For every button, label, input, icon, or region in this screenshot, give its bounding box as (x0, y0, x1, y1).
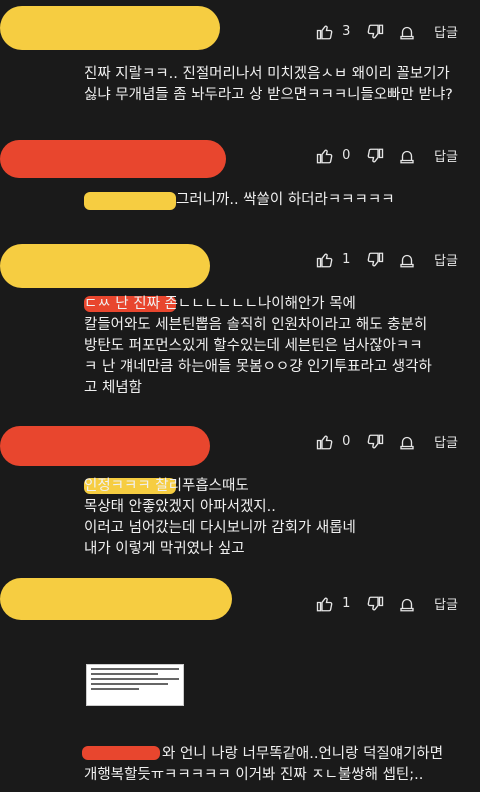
like-button[interactable]: 0 (316, 433, 360, 451)
reply-button[interactable]: 답글 (434, 432, 458, 451)
report-button[interactable] (398, 595, 416, 613)
thumbs-up-icon (316, 435, 333, 449)
image-line (91, 678, 179, 680)
image-line (91, 688, 139, 690)
comment-text: 와 언니 나랑 너무똑같애..언니랑 덕질얘기하면 (162, 746, 444, 762)
like-count: 0 (342, 148, 351, 163)
image-line (91, 673, 159, 675)
reply-button[interactable]: 답글 (434, 146, 458, 165)
comment-actions: 0 답글 (316, 432, 458, 451)
dislike-button[interactable] (366, 23, 384, 41)
siren-icon (400, 150, 414, 163)
thumbs-up-icon (316, 597, 333, 611)
image-line (91, 683, 168, 685)
siren-icon (400, 254, 414, 267)
redaction-scribble (0, 140, 226, 178)
redaction-scribble (84, 192, 176, 210)
thumbs-down-icon (367, 434, 384, 448)
siren-icon (400, 598, 414, 611)
siren-icon (400, 436, 414, 449)
comment-actions: 1 답글 (316, 250, 458, 269)
like-button[interactable]: 0 (316, 147, 360, 165)
thumbs-up-icon (316, 149, 333, 163)
dislike-button[interactable] (366, 251, 384, 269)
dislike-button[interactable] (366, 595, 384, 613)
image-line (91, 668, 179, 670)
comment-actions: 1 답글 (316, 594, 458, 613)
report-button[interactable] (398, 433, 416, 451)
thumbs-down-icon (367, 252, 384, 266)
thumbs-down-icon (367, 24, 384, 38)
thumbs-down-icon (367, 596, 384, 610)
like-count: 0 (342, 434, 351, 449)
reply-button[interactable]: 답글 (434, 594, 458, 613)
report-button[interactable] (398, 251, 416, 269)
comment-actions: 0 답글 (316, 146, 458, 165)
comment-text: 인정ㅋㅋㅋ 찰리푸흡스때도 목상태 안좋았겠지 아파서겠지.. 이러고 넘어갔는… (84, 478, 356, 557)
redaction-scribble (0, 426, 210, 466)
siren-icon (400, 26, 414, 39)
redaction-scribble (0, 6, 220, 50)
redaction-scribble (0, 244, 210, 288)
reply-button[interactable]: 답글 (434, 22, 458, 41)
redaction-scribble (0, 578, 232, 620)
dislike-button[interactable] (366, 147, 384, 165)
thumbs-up-icon (316, 25, 333, 39)
thumbs-down-icon (367, 148, 384, 162)
attached-image[interactable] (86, 664, 184, 706)
like-button[interactable]: 3 (316, 23, 360, 41)
comment-actions: 3 답글 (316, 22, 458, 41)
report-button[interactable] (398, 147, 416, 165)
report-button[interactable] (398, 23, 416, 41)
like-count: 3 (342, 24, 351, 39)
thumbs-up-icon (316, 253, 333, 267)
comment-text-line: 개행복할듯ㅠㅋㅋㅋㅋㅋ 이거봐 진짜 ㅈㄴ불쌍해 셉틴;.. (84, 767, 424, 783)
dislike-button[interactable] (366, 433, 384, 451)
comment-text: ㄷㅆ 난 진짜 존ㄴㄴㄴㄴㄴㄴ나이해안가 목에 칼들어와도 세븐틴뽑음 솔직히 … (84, 296, 432, 396)
like-count: 1 (342, 596, 351, 611)
comment-text: 진짜 지랄ㅋㅋ.. 진절머리나서 미치겠음ㅅㅂ 왜이리 꼴보기가 싫냐 무개념들… (84, 66, 453, 103)
redaction-scribble (82, 746, 160, 760)
comment-text: 그러니까.. 싹쓸이 하더라ㅋㅋㅋㅋㅋ (176, 192, 395, 208)
like-button[interactable]: 1 (316, 251, 360, 269)
reply-button[interactable]: 답글 (434, 250, 458, 269)
like-button[interactable]: 1 (316, 595, 360, 613)
like-count: 1 (342, 252, 351, 267)
